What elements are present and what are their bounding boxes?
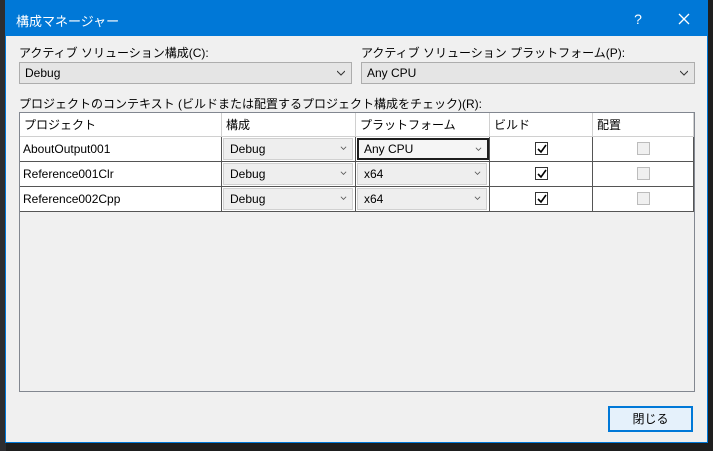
build-checkbox[interactable] [535, 192, 548, 205]
title-bar: 構成マネージャー ? [6, 1, 707, 36]
chevron-down-icon [340, 171, 347, 175]
config-combo[interactable]: Debug [223, 163, 353, 185]
build-checkbox[interactable] [535, 142, 548, 155]
deploy-cell [593, 187, 694, 211]
platform-combo[interactable]: x64 [357, 163, 487, 185]
active-config-value: Debug [25, 66, 61, 80]
platform-combo[interactable]: Any CPU [357, 138, 489, 160]
help-button[interactable]: ? [618, 1, 658, 36]
active-platform-value: Any CPU [367, 66, 417, 80]
chevron-down-icon [340, 146, 347, 150]
chevron-down-icon [337, 70, 345, 76]
column-header-build[interactable]: ビルド [490, 113, 593, 137]
column-header-platform[interactable]: プラットフォーム [356, 113, 490, 137]
help-icon: ? [634, 10, 642, 27]
platform-cell: x64 [356, 187, 490, 211]
platform-combo[interactable]: x64 [357, 188, 487, 210]
project-name-cell[interactable]: Reference002Cpp [20, 187, 222, 211]
platform-value: x64 [364, 192, 384, 206]
deploy-checkbox[interactable] [637, 142, 650, 155]
config-value: Debug [230, 192, 266, 206]
config-combo[interactable]: Debug [223, 138, 353, 160]
deploy-checkbox[interactable] [637, 192, 650, 205]
close-icon [678, 13, 690, 24]
column-header-config[interactable]: 構成 [222, 113, 356, 137]
platform-cell: Any CPU [356, 137, 490, 161]
chevron-down-icon [474, 171, 481, 175]
check-icon [537, 169, 547, 179]
build-cell [490, 187, 593, 211]
project-context-grid: プロジェクト 構成 プラットフォーム ビルド 配置 AboutOutput001… [19, 112, 695, 392]
project-context-label: プロジェクトのコンテキスト (ビルドまたは配置するプロジェクト構成をチェック)(… [19, 97, 482, 111]
close-button[interactable]: 閉じる [608, 406, 693, 432]
column-header-project[interactable]: プロジェクト [20, 113, 222, 137]
build-cell [490, 162, 593, 186]
table-row: Reference001Clr Debug x64 [20, 162, 694, 187]
configuration-manager-dialog: 構成マネージャー ? アクティブ ソリューション構成(C): Debug アクテ… [5, 0, 708, 443]
build-checkbox[interactable] [535, 167, 548, 180]
chevron-down-icon [680, 70, 688, 76]
table-row: Reference002Cpp Debug x64 [20, 187, 694, 212]
active-platform-label: アクティブ ソリューション プラットフォーム(P): [361, 46, 626, 60]
platform-cell: x64 [356, 162, 490, 186]
deploy-cell [593, 137, 694, 161]
config-cell: Debug [222, 162, 356, 186]
project-name-cell[interactable]: AboutOutput001 [20, 137, 222, 161]
active-platform-combo[interactable]: Any CPU [361, 62, 695, 84]
config-value: Debug [230, 167, 266, 181]
deploy-cell [593, 162, 694, 186]
active-config-label: アクティブ ソリューション構成(C): [19, 46, 209, 60]
config-value: Debug [230, 142, 266, 156]
chevron-down-icon [474, 196, 481, 200]
check-icon [537, 194, 547, 204]
config-combo[interactable]: Debug [223, 188, 353, 210]
column-header-deploy[interactable]: 配置 [593, 113, 694, 137]
check-icon [537, 144, 547, 154]
platform-value: Any CPU [364, 142, 414, 156]
build-cell [490, 137, 593, 161]
config-cell: Debug [222, 137, 356, 161]
config-cell: Debug [222, 187, 356, 211]
close-window-button[interactable] [664, 1, 704, 36]
active-config-combo[interactable]: Debug [19, 62, 352, 84]
deploy-checkbox[interactable] [637, 167, 650, 180]
chevron-down-icon [475, 147, 482, 151]
table-row: AboutOutput001 Debug Any CPU [20, 137, 694, 162]
chevron-down-icon [340, 196, 347, 200]
project-name-cell[interactable]: Reference001Clr [20, 162, 222, 186]
dialog-title: 構成マネージャー [16, 14, 120, 29]
platform-value: x64 [364, 167, 384, 181]
